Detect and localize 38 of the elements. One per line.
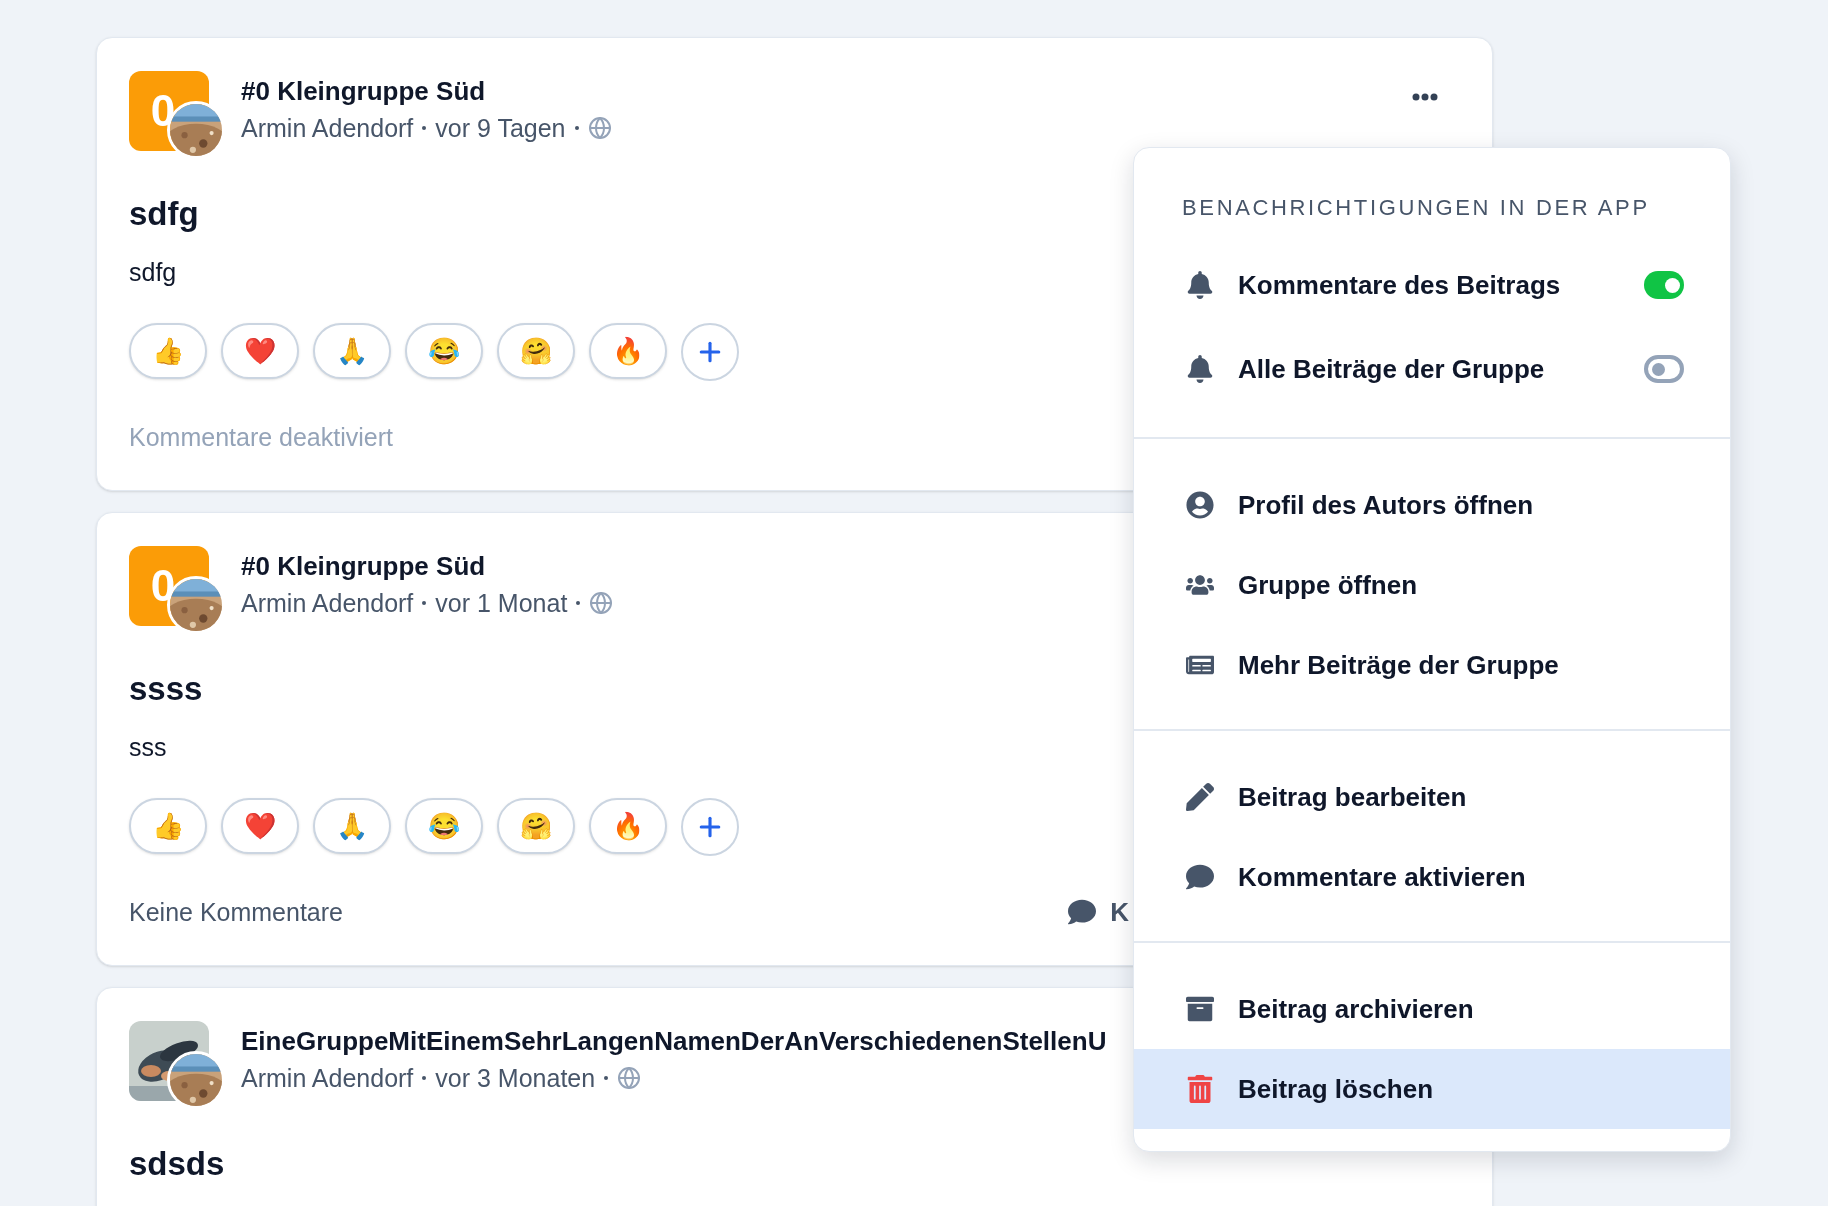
globe-icon — [589, 591, 614, 615]
author-name[interactable]: Armin Adendorf — [241, 586, 414, 620]
menu-item[interactable]: Mehr Beiträge der Gruppe — [1134, 625, 1730, 705]
menu-item[interactable]: Gruppe öffnen — [1134, 545, 1730, 625]
globe-icon — [587, 116, 612, 140]
post-body: sss — [129, 732, 167, 763]
bell-icon — [1187, 355, 1213, 383]
comment-icon — [1068, 898, 1097, 926]
post-title: sdfg — [129, 194, 199, 234]
group-name[interactable]: #0 Kleingruppe Süd — [241, 73, 1404, 109]
author-name[interactable]: Armin Adendorf — [241, 111, 414, 145]
comments-status: Kommentare deaktiviert — [129, 422, 393, 453]
post-time: vor 3 Monaten — [435, 1063, 596, 1094]
globe-icon — [617, 1066, 642, 1090]
more-icon — [1412, 93, 1438, 101]
menu-item[interactable]: Kommentare aktivieren — [1134, 837, 1730, 917]
menu-item[interactable]: Beitrag bearbeiten — [1134, 757, 1730, 837]
comment-button[interactable]: K — [1068, 896, 1129, 928]
menu-item-label: Kommentare des Beitrags — [1238, 268, 1561, 302]
post-time: vor 1 Monat — [435, 588, 568, 619]
menu-item[interactable]: Beitrag löschen — [1134, 1049, 1730, 1129]
add-reaction-button[interactable] — [681, 798, 739, 856]
post-time: vor 9 Tagen — [435, 113, 566, 144]
menu-item-label: Alle Beiträge der Gruppe — [1238, 352, 1545, 386]
post-title: ssss — [129, 669, 203, 709]
author-name[interactable]: Armin Adendorf — [241, 1061, 414, 1095]
toggle-switch[interactable] — [1644, 271, 1684, 299]
comments-status: Keine Kommentare — [129, 897, 343, 928]
toggle-switch[interactable] — [1644, 355, 1684, 383]
menu-item[interactable]: Profil des Autors öffnen — [1134, 465, 1730, 545]
post-body: sdfg — [129, 257, 177, 288]
reaction-button[interactable]: ❤ — [221, 798, 299, 854]
add-reaction-button[interactable] — [681, 323, 739, 381]
post-title: sdsds — [129, 1144, 225, 1184]
menu-item[interactable]: Beitrag archivieren — [1134, 969, 1730, 1049]
reaction-button[interactable]: ❤ — [221, 323, 299, 379]
menu-heading: BENACHRICHTIGUNGEN IN DER APP — [1181, 195, 1651, 221]
bell-icon — [1187, 271, 1213, 299]
